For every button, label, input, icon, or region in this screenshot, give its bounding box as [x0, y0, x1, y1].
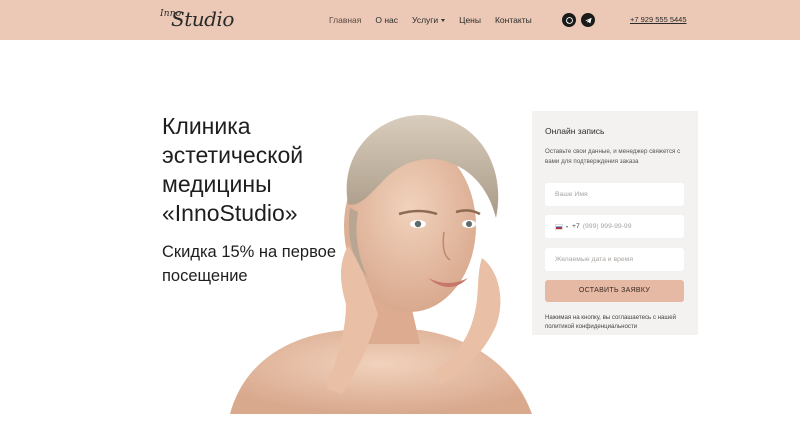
phone-input[interactable]: +7 (999) 999-99-99 [545, 215, 684, 238]
chevron-down-icon [441, 18, 446, 22]
telegram-icon[interactable] [581, 13, 595, 27]
nav-item-about[interactable]: О нас [375, 15, 398, 25]
chevron-down-icon[interactable] [566, 225, 568, 228]
submit-button[interactable]: ОСТАВИТЬ ЗАЯВКУ [545, 280, 684, 302]
form-description: Оставьте свои данные, и менеджер свяжетс… [545, 148, 681, 165]
main-nav: Главная О нас Услуги Цены Контакты [329, 0, 546, 40]
header-phone-link[interactable]: +7 929 555 5445 [630, 15, 687, 24]
name-input[interactable]: Ваше Имя [545, 183, 684, 206]
booking-form: Онлайн запись Оставьте свои данные, и ме… [532, 111, 698, 335]
nav-item-services[interactable]: Услуги [412, 15, 446, 25]
phone-input-placeholder: (999) 999-99-99 [582, 223, 632, 230]
nav-item-home[interactable]: Главная [329, 15, 361, 25]
nav-item-prices[interactable]: Цены [459, 15, 481, 25]
nav-item-services-label: Услуги [412, 15, 439, 25]
date-time-input[interactable]: Желаемые дата и время [545, 248, 684, 271]
nav-item-contacts[interactable]: Контакты [495, 15, 532, 25]
hero-model-image [220, 108, 532, 414]
russia-flag-icon[interactable] [555, 223, 563, 230]
date-time-input-placeholder: Желаемые дата и время [555, 256, 634, 263]
phone-country-code: +7 [572, 223, 580, 230]
form-title: Онлайн запись [545, 126, 605, 136]
name-input-placeholder: Ваше Имя [555, 191, 588, 198]
logo-big-text: Studio [171, 7, 234, 31]
site-header: Inno Studio Главная О нас Услуги Цены Ко… [0, 0, 800, 40]
whatsapp-icon[interactable] [562, 13, 576, 27]
logo[interactable]: Inno Studio [160, 6, 234, 34]
privacy-consent-text: Нажимая на кнопку, вы соглашаетесь с наш… [545, 314, 677, 330]
